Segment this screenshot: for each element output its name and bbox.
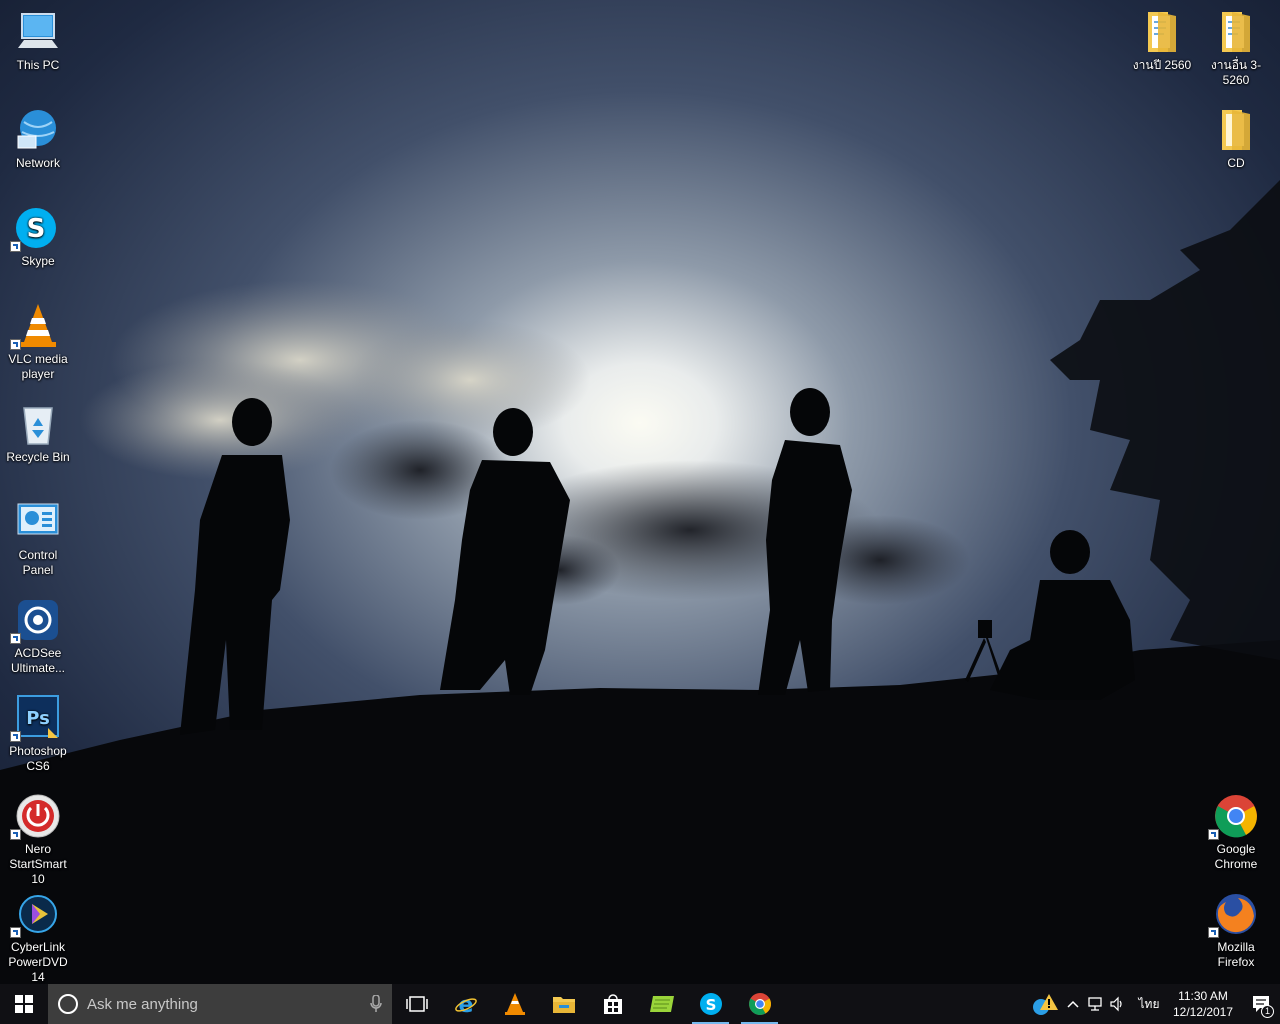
desktop-icon-control-panel[interactable]: Control Panel [0, 498, 76, 578]
taskbar-file-explorer[interactable] [539, 984, 588, 1024]
input-language-indicator[interactable]: ไทย [1134, 995, 1164, 1014]
desktop-icon-label: งานปี 2560 [1132, 58, 1192, 72]
chrome-icon [1208, 792, 1260, 840]
taskbar-notepad[interactable] [637, 984, 686, 1024]
network-tray-button[interactable] [1084, 984, 1106, 1024]
svg-text:Ps: Ps [26, 708, 50, 729]
svg-text:e: e [458, 993, 473, 1016]
search-placeholder: Ask me anything [87, 995, 198, 1013]
desktop-icon-acdsee[interactable]: ACDSee Ultimate... [0, 596, 76, 676]
desktop-icon-label: Google Chrome [1214, 842, 1258, 871]
tray-warning-app[interactable] [1028, 984, 1062, 1024]
this-pc-icon [14, 8, 62, 56]
clock-time: 11:30 AM [1178, 989, 1228, 1003]
desktop-icon-folder-2560[interactable]: งานปี 2560 [1124, 8, 1200, 73]
microphone-icon[interactable] [370, 995, 382, 1013]
desktop-icon-label: Mozilla Firefox [1217, 940, 1255, 969]
volume-tray-button[interactable] [1106, 984, 1128, 1024]
shortcut-arrow-icon [1208, 927, 1219, 938]
task-view-icon [405, 996, 428, 1012]
desktop-icon-label: Network [15, 156, 60, 170]
desktop-icon-recycle-bin[interactable]: Recycle Bin [0, 400, 76, 465]
task-view-button[interactable] [392, 984, 441, 1024]
nero-icon [10, 792, 62, 840]
windows-logo-icon [15, 995, 33, 1013]
photoshop-icon: Ps [10, 694, 62, 742]
desktop-icon-label: CD [1227, 156, 1245, 170]
svg-text:S: S [27, 214, 46, 244]
shortcut-arrow-icon [10, 241, 21, 252]
notification-count-badge: 1 [1261, 1005, 1274, 1018]
firefox-icon [1208, 890, 1260, 938]
system-tray: ไทย 11:30 AM 12/12/2017 1 [1028, 984, 1280, 1024]
folder-icon [1212, 106, 1260, 154]
network-icon [1088, 997, 1102, 1011]
desktop-icon-label: งานอื่น 3-5260 [1210, 58, 1262, 87]
taskbar-internet-explorer[interactable]: e [441, 984, 490, 1024]
desktop-icon-label: ACDSee Ultimate... [10, 646, 65, 675]
desktop-icon-nero[interactable]: Nero StartSmart 10 [0, 792, 76, 887]
warning-icon [1033, 994, 1058, 1015]
speaker-icon [1110, 996, 1122, 1012]
shortcut-arrow-icon [10, 731, 21, 742]
shortcut-arrow-icon [10, 633, 21, 644]
chevron-up-icon [1067, 1000, 1079, 1008]
shortcut-arrow-icon [10, 339, 21, 350]
powerdvd-icon [10, 890, 62, 938]
desktop-icon-folder-cd[interactable]: CD [1198, 106, 1274, 171]
folder-icon [1138, 8, 1186, 56]
taskbar-chrome[interactable] [735, 984, 784, 1024]
taskbar-vlc[interactable] [490, 984, 539, 1024]
svg-text:S: S [705, 996, 716, 1014]
control-panel-icon [14, 498, 62, 546]
taskbar-store[interactable] [588, 984, 637, 1024]
cortana-search-box[interactable]: Ask me anything [48, 984, 392, 1024]
desktop-icon-chrome[interactable]: Google Chrome [1198, 792, 1274, 872]
vlc-icon [504, 993, 525, 1015]
desktop-icon-label: Recycle Bin [6, 450, 70, 464]
vlc-icon [10, 302, 62, 350]
desktop-icon-photoshop[interactable]: Ps Photoshop CS6 [0, 694, 76, 774]
shortcut-arrow-icon [10, 927, 21, 938]
store-icon [603, 994, 622, 1014]
action-center-button[interactable]: 1 [1242, 984, 1280, 1024]
desktop-icon-vlc[interactable]: VLC media player [0, 302, 76, 382]
desktop-icon-this-pc[interactable]: This PC [0, 8, 76, 73]
recycle-bin-icon [14, 400, 62, 448]
shortcut-arrow-icon [10, 829, 21, 840]
taskbar-skype[interactable]: S [686, 984, 735, 1024]
file-explorer-icon [552, 997, 575, 1013]
desktop-icon-label: Skype [21, 254, 55, 268]
chrome-icon [748, 993, 771, 1015]
desktop-icon-label: CyberLink PowerDVD 14 [8, 940, 68, 984]
desktop-icon-label: Photoshop CS6 [9, 744, 67, 773]
desktop-icon-firefox[interactable]: Mozilla Firefox [1198, 890, 1274, 970]
desktop-icon-label: This PC [16, 58, 60, 72]
network-icon [14, 106, 62, 154]
desktop-icon-label: Nero StartSmart 10 [9, 842, 67, 886]
taskbar-clock[interactable]: 11:30 AM 12/12/2017 [1164, 988, 1242, 1020]
desktop-icon-folder-other[interactable]: งานอื่น 3-5260 [1198, 8, 1274, 88]
folder-icon [1212, 8, 1260, 56]
show-hidden-icons-button[interactable] [1062, 984, 1084, 1024]
cortana-icon [58, 994, 78, 1014]
skype-icon: S [699, 993, 722, 1015]
desktop-icon-skype[interactable]: S Skype [0, 204, 76, 269]
desktop-icon-network[interactable]: Network [0, 106, 76, 171]
shortcut-arrow-icon [1208, 829, 1219, 840]
desktop-icon-powerdvd[interactable]: CyberLink PowerDVD 14 [0, 890, 76, 985]
notepad-icon [649, 996, 674, 1012]
clock-date: 12/12/2017 [1172, 1005, 1234, 1019]
acdsee-icon [10, 596, 62, 644]
taskbar: Ask me anything e S ไทย 11:30 AM 12/12/2… [0, 984, 1280, 1024]
desktop-icon-label: Control Panel [18, 548, 58, 577]
desktop-icon-label: VLC media player [8, 352, 68, 381]
start-button[interactable] [0, 984, 48, 1024]
internet-explorer-icon: e [454, 993, 477, 1016]
desktop-wallpaper [0, 0, 1280, 984]
skype-icon: S [10, 204, 62, 252]
